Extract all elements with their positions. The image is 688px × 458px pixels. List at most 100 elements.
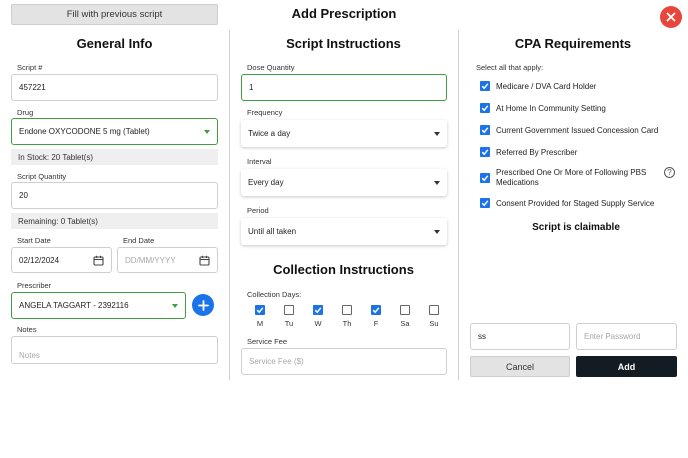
check-icon: [481, 200, 489, 207]
interval-select[interactable]: Every day: [241, 169, 447, 196]
calendar-icon[interactable]: [199, 255, 210, 266]
end-date-placeholder: DD/MM/YYYY: [125, 255, 176, 265]
checkbox[interactable]: [480, 81, 490, 91]
prescriber-value: ANGELA TAGGART - 2392116: [19, 301, 129, 310]
collection-days-label: Collection Days:: [247, 290, 302, 299]
day-checkbox-thu[interactable]: Th: [338, 305, 356, 328]
chevron-down-icon: [204, 129, 210, 134]
service-fee-placeholder: Service Fee ($): [249, 357, 304, 366]
chevron-down-icon: [434, 180, 440, 185]
period-select[interactable]: Until all taken: [241, 218, 447, 245]
script-number-value: 457221: [19, 83, 46, 92]
check-icon: [481, 83, 489, 90]
drug-value: Endone OXYCODONE 5 mg (Tablet): [19, 127, 150, 136]
check-icon: [481, 149, 489, 156]
interval-label: Interval: [247, 157, 272, 166]
day-checkbox-mon[interactable]: M: [251, 305, 269, 328]
frequency-select[interactable]: Twice a day: [241, 120, 447, 147]
day-checkbox-fri[interactable]: F: [367, 305, 385, 328]
script-quantity-input[interactable]: 20: [11, 182, 218, 209]
calendar-icon[interactable]: [93, 255, 104, 266]
check-icon: [481, 105, 489, 112]
plus-icon: [197, 299, 209, 311]
period-value: Until all taken: [248, 227, 297, 236]
collection-instructions-title: Collection Instructions: [273, 262, 414, 277]
drug-select[interactable]: Endone OXYCODONE 5 mg (Tablet): [11, 118, 218, 145]
checkbox[interactable]: [429, 305, 439, 315]
collection-days-group: M Tu W Th F Sa Su: [251, 305, 443, 331]
close-button[interactable]: [660, 6, 682, 28]
check-icon: [481, 127, 489, 134]
day-label: W: [314, 319, 322, 328]
start-date-label: Start Date: [17, 236, 51, 245]
dialog-title: Add Prescription: [291, 6, 397, 21]
claimable-status: Script is claimable: [532, 222, 620, 233]
checkbox[interactable]: [313, 305, 323, 315]
checkbox[interactable]: [480, 103, 490, 113]
prescriber-select[interactable]: ANGELA TAGGART - 2392116: [11, 292, 186, 319]
cpa-item-label: Current Government Issued Concession Car…: [496, 125, 659, 135]
chevron-down-icon: [172, 303, 178, 308]
cpa-item-home-community[interactable]: At Home In Community Setting: [480, 103, 606, 113]
cpa-item-label: At Home In Community Setting: [496, 103, 606, 113]
checkbox[interactable]: [480, 173, 490, 183]
cpa-item-pbs-medications[interactable]: Prescribed One Or More of Following PBS …: [480, 168, 646, 188]
script-quantity-label: Script Quantity: [17, 172, 67, 181]
cpa-item-referred[interactable]: Referred By Prescriber: [480, 147, 577, 157]
dose-quantity-input[interactable]: 1: [241, 74, 447, 101]
day-label: Tu: [284, 319, 294, 328]
interval-value: Every day: [248, 178, 284, 187]
end-date-input[interactable]: DD/MM/YYYY: [117, 247, 218, 273]
script-number-input[interactable]: 457221: [11, 74, 218, 101]
username-input[interactable]: ss: [470, 323, 570, 350]
check-icon: [314, 307, 322, 314]
help-icon[interactable]: ?: [664, 167, 675, 178]
day-checkbox-wed[interactable]: W: [309, 305, 327, 328]
start-date-input[interactable]: 02/12/2024: [11, 247, 112, 273]
password-placeholder: Enter Password: [584, 332, 641, 341]
day-label: F: [373, 319, 379, 328]
check-icon: [372, 307, 380, 314]
period-label: Period: [247, 206, 269, 215]
check-icon: [481, 175, 489, 182]
cpa-item-label: Referred By Prescriber: [496, 147, 578, 157]
cpa-item-label-line2: Medications: [496, 178, 539, 187]
cancel-button[interactable]: Cancel: [470, 356, 570, 377]
notes-input[interactable]: Notes: [11, 336, 218, 364]
day-checkbox-sat[interactable]: Sa: [396, 305, 414, 328]
frequency-label: Frequency: [247, 108, 283, 117]
checkbox[interactable]: [342, 305, 352, 315]
close-icon: [666, 12, 676, 22]
cpa-item-label: Consent Provided for Staged Supply Servi…: [496, 198, 655, 208]
cpa-item-concession-card[interactable]: Current Government Issued Concession Car…: [480, 125, 658, 135]
prescriber-label: Prescriber: [17, 281, 52, 290]
column-divider-left: [229, 30, 230, 380]
checkbox[interactable]: [371, 305, 381, 315]
script-quantity-value: 20: [19, 191, 28, 200]
service-fee-input[interactable]: Service Fee ($): [241, 348, 447, 375]
checkbox[interactable]: [400, 305, 410, 315]
cpa-item-medicare[interactable]: Medicare / DVA Card Holder: [480, 81, 596, 91]
frequency-value: Twice a day: [248, 129, 291, 138]
checkbox[interactable]: [480, 125, 490, 135]
script-number-label: Script #: [17, 63, 43, 72]
checkbox[interactable]: [284, 305, 294, 315]
day-checkbox-sun[interactable]: Su: [425, 305, 443, 328]
column-divider-right: [458, 30, 459, 380]
drug-label: Drug: [17, 108, 34, 117]
add-button[interactable]: Add: [576, 356, 677, 377]
day-checkbox-tue[interactable]: Tu: [280, 305, 298, 328]
checkbox[interactable]: [480, 198, 490, 208]
day-label: Sa: [400, 319, 410, 328]
checkbox[interactable]: [255, 305, 265, 315]
add-prescriber-button[interactable]: [192, 294, 214, 316]
dose-quantity-label: Dose Quantity: [247, 63, 295, 72]
day-label: M: [256, 319, 264, 328]
cpa-item-consent[interactable]: Consent Provided for Staged Supply Servi…: [480, 198, 654, 208]
notes-label: Notes: [17, 325, 37, 334]
checkbox[interactable]: [480, 147, 490, 157]
in-stock-info: In Stock: 20 Tablet(s): [11, 149, 218, 165]
start-date-value: 02/12/2024: [19, 255, 60, 265]
password-input[interactable]: Enter Password: [576, 323, 677, 350]
check-icon: [256, 307, 264, 314]
